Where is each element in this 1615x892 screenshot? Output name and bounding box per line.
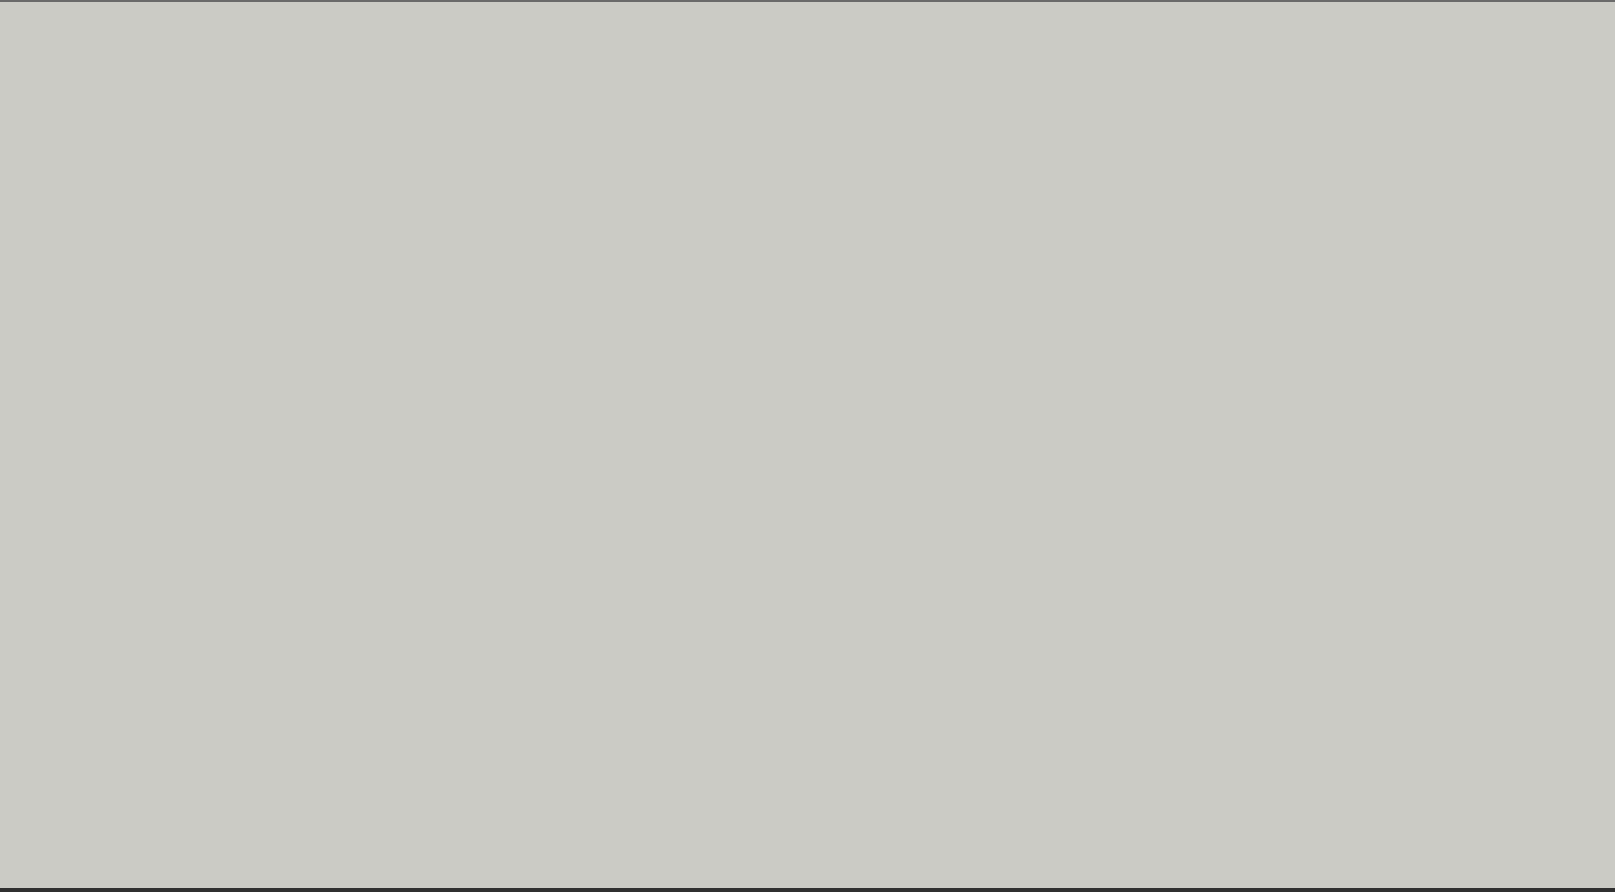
viewport-background bbox=[0, 0, 1615, 892]
viewport-bottom-edge bbox=[0, 888, 1615, 892]
model-viewport[interactable] bbox=[0, 0, 1615, 892]
3d-scene-canvas[interactable] bbox=[0, 0, 1615, 892]
viewport-top-edge bbox=[0, 0, 1615, 2]
